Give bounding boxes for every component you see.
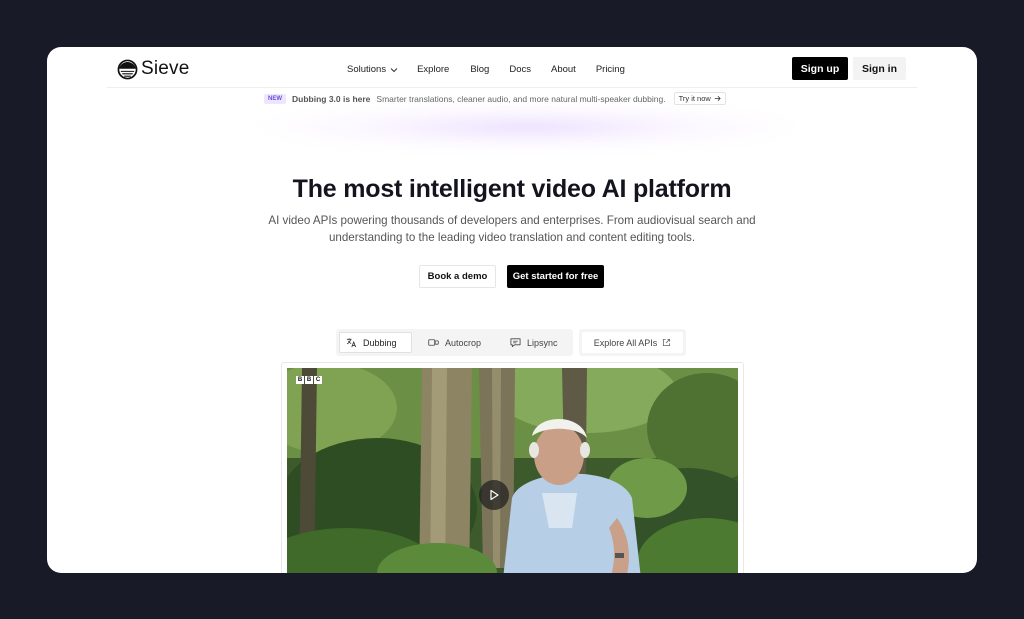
nav-blog[interactable]: Blog <box>470 64 489 75</box>
nav-solutions-label: Solutions <box>347 64 387 75</box>
new-badge: NEW <box>264 93 286 104</box>
nav-about[interactable]: About <box>551 64 576 75</box>
nav-about-label: About <box>550 64 576 75</box>
top-navigation: Sieve Solutions Explore Blog Docs About … <box>107 51 917 88</box>
video-frame[interactable]: B B C <box>287 368 738 573</box>
book-demo-button[interactable]: Book a demo <box>419 265 496 288</box>
play-icon <box>490 489 499 501</box>
api-tabs: Dubbing Autocrop Lipsync <box>336 329 573 356</box>
tab-dubbing[interactable]: Dubbing <box>339 332 412 353</box>
explore-all-apis-label: Explore All APIs <box>593 337 658 348</box>
video-scene-image <box>287 368 738 573</box>
speech-bubble-icon <box>510 338 521 348</box>
try-it-now-label: Try it now <box>678 94 711 103</box>
hero-subtitle-line-2: understanding to the leading video trans… <box>328 230 696 244</box>
arrow-right-icon <box>714 96 721 101</box>
explore-all-apis-button[interactable]: Explore All APIs <box>579 329 686 356</box>
logo[interactable]: Sieve <box>117 58 190 80</box>
explore-all-apis-inner: Explore All APIs <box>582 332 683 353</box>
bbc-watermark: B B C <box>296 376 322 384</box>
hero-subtitle-line-1: AI video APIs powering thousands of deve… <box>268 214 756 227</box>
watermark-letter-c: C <box>314 376 322 384</box>
browser-frame: Sieve Solutions Explore Blog Docs About … <box>47 47 977 573</box>
main-menu: Solutions Explore Blog Docs About Pricin… <box>347 51 625 88</box>
tab-dubbing-label: Dubbing <box>363 337 397 348</box>
watermark-letter-b1: B <box>296 376 304 384</box>
announcement-bar: NEW Dubbing 3.0 is here Smarter translat… <box>264 91 726 106</box>
sign-in-button[interactable]: Sign in <box>853 57 906 80</box>
hero-subtitle: AI video APIs powering thousands of deve… <box>242 213 782 246</box>
tab-lipsync[interactable]: Lipsync <box>504 332 568 353</box>
announcement-title: Dubbing 3.0 is here <box>292 93 371 104</box>
video-player: B B C <box>281 362 744 573</box>
nav-solutions[interactable]: Solutions <box>347 64 398 75</box>
play-button[interactable] <box>479 480 509 510</box>
announcement-text: Smarter translations, cleaner audio, and… <box>376 93 666 104</box>
tab-autocrop[interactable]: Autocrop <box>422 332 494 353</box>
get-started-button[interactable]: Get started for free <box>507 265 604 288</box>
chevron-down-icon <box>390 67 398 72</box>
sign-up-button[interactable]: Sign up <box>792 57 848 80</box>
nav-docs-label: Docs <box>509 64 531 75</box>
hero-title: The most intelligent video AI platform <box>292 175 732 203</box>
try-it-now-button[interactable]: Try it now <box>673 92 726 105</box>
crop-icon <box>428 339 439 346</box>
watermark-letter-b2: B <box>305 376 313 384</box>
nav-pricing[interactable]: Pricing <box>596 64 625 75</box>
tab-autocrop-label: Autocrop <box>445 337 482 348</box>
sieve-logo-icon <box>117 59 138 79</box>
brand-name: Sieve <box>141 58 190 79</box>
translate-icon <box>346 338 357 348</box>
nav-docs[interactable]: Docs <box>509 64 531 75</box>
nav-explore[interactable]: Explore <box>417 64 449 75</box>
nav-pricing-label: Pricing <box>595 64 625 75</box>
external-link-icon <box>663 338 671 347</box>
nav-blog-label: Blog <box>470 64 490 75</box>
announcement-glow <box>257 102 797 152</box>
nav-explore-label: Explore <box>417 64 450 75</box>
tab-lipsync-label: Lipsync <box>527 337 558 348</box>
